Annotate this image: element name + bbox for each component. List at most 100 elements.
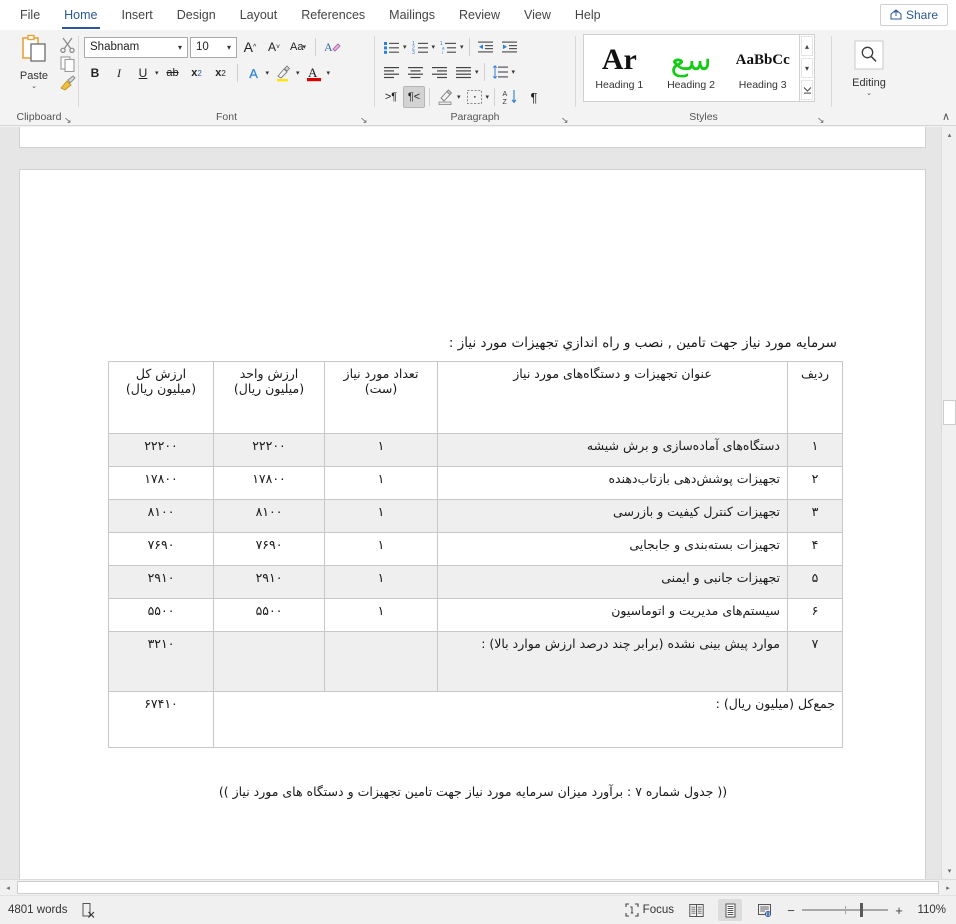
share-button[interactable]: Share xyxy=(879,4,948,26)
style-name: Heading 1 xyxy=(595,79,644,91)
tab-file[interactable]: File xyxy=(8,0,52,30)
italic-button[interactable]: I xyxy=(108,62,130,84)
change-case-button[interactable]: Aa ▾ xyxy=(287,36,310,58)
bullets-button[interactable] xyxy=(380,36,403,58)
horizontal-scrollbar[interactable]: ◂ ▸ xyxy=(0,879,956,895)
tab-insert[interactable]: Insert xyxy=(110,0,165,30)
copy-button[interactable] xyxy=(59,56,77,72)
clipboard-dialog-launcher-icon[interactable]: ↘ xyxy=(64,115,74,125)
tab-view[interactable]: View xyxy=(512,0,563,30)
zoom-slider[interactable]: − + xyxy=(786,903,904,918)
scroll-left-button[interactable]: ◂ xyxy=(0,880,16,895)
paragraph-dialog-launcher-icon[interactable]: ↘ xyxy=(561,115,571,125)
align-right-button[interactable] xyxy=(428,61,451,83)
vertical-scrollbar[interactable]: ▴ ▾ xyxy=(941,127,956,879)
text-highlight-button[interactable] xyxy=(272,62,295,84)
clear-formatting-button[interactable]: A xyxy=(321,36,344,58)
document-page-current[interactable]: سرمایه مورد نیاز جهت تامین , نصب و راه ا… xyxy=(20,170,925,879)
font-name-combo[interactable]: Shabnam ▾ xyxy=(84,36,188,58)
document-canvas[interactable]: سرمایه مورد نیاز جهت تامین , نصب و راه ا… xyxy=(0,127,941,879)
styles-more-button[interactable] xyxy=(801,80,813,100)
styles-scroll-down-button[interactable]: ▾ xyxy=(801,58,813,78)
shrink-font-button[interactable]: A ˅ xyxy=(263,36,285,58)
borders-button[interactable] xyxy=(463,86,486,108)
horizontal-scrollbar-thumb[interactable] xyxy=(17,881,939,894)
borders-chevron-icon[interactable]: ▾ xyxy=(486,93,491,101)
line-spacing-button[interactable] xyxy=(489,61,512,83)
style-heading-2[interactable]: سع Heading 2 xyxy=(656,35,728,101)
tab-help[interactable]: Help xyxy=(563,0,613,30)
line-spacing-chevron-icon[interactable]: ▾ xyxy=(512,68,517,76)
vertical-scrollbar-thumb[interactable] xyxy=(943,400,956,425)
zoom-out-button[interactable]: − xyxy=(786,903,796,918)
focus-icon xyxy=(625,903,639,917)
underline-button[interactable]: U xyxy=(132,62,154,84)
ribbon-tab-bar: File Home Insert Design Layout Reference… xyxy=(0,0,956,30)
editing-chevron-icon[interactable]: ⌄ xyxy=(866,90,872,97)
justify-chevron-icon[interactable]: ▾ xyxy=(475,68,480,76)
numbering-chevron-icon[interactable]: ▾ xyxy=(432,43,437,51)
multilevel-chevron-icon[interactable]: ▾ xyxy=(460,43,465,51)
font-color-button[interactable]: A xyxy=(303,62,326,84)
print-layout-button[interactable] xyxy=(718,899,742,921)
scroll-right-button[interactable]: ▸ xyxy=(940,880,956,895)
tab-design[interactable]: Design xyxy=(165,0,228,30)
tab-layout[interactable]: Layout xyxy=(228,0,290,30)
collapse-ribbon-button[interactable]: ∧ xyxy=(942,110,950,123)
bold-button[interactable]: B xyxy=(84,62,106,84)
zoom-slider-thumb[interactable] xyxy=(860,903,863,917)
editing-button[interactable]: Editing ⌄ xyxy=(837,34,901,97)
ltr-text-direction-button[interactable]: >¶ xyxy=(380,86,402,108)
multilevel-list-button[interactable]: 1 a i xyxy=(437,36,460,58)
paste-button[interactable]: Paste ⌄ xyxy=(11,34,57,91)
decrease-indent-button[interactable] xyxy=(474,36,497,58)
read-mode-button[interactable] xyxy=(684,899,708,921)
subscript-button[interactable]: x2 xyxy=(186,62,208,84)
rtl-text-direction-button[interactable]: ¶< xyxy=(403,86,425,108)
font-size-combo[interactable]: 10 ▾ xyxy=(190,36,237,58)
font-color-chevron-icon[interactable]: ▾ xyxy=(327,69,332,77)
strikethrough-button[interactable]: ab xyxy=(162,62,184,84)
scroll-up-button[interactable]: ▴ xyxy=(942,127,956,143)
cut-button[interactable] xyxy=(59,37,77,53)
zoom-track[interactable] xyxy=(802,903,888,917)
tab-home[interactable]: Home xyxy=(52,0,109,30)
style-name: Heading 3 xyxy=(738,79,787,91)
styles-gallery-scrollbar[interactable]: ▴ ▾ xyxy=(799,35,814,101)
styles-dialog-launcher-icon[interactable]: ↘ xyxy=(817,115,827,125)
superscript-button[interactable]: x2 xyxy=(210,62,232,84)
increase-indent-button[interactable] xyxy=(498,36,521,58)
tab-mailings[interactable]: Mailings xyxy=(377,0,447,30)
sort-button[interactable]: A Z xyxy=(499,86,522,108)
style-heading-3[interactable]: AaBbCc Heading 3 xyxy=(727,35,799,101)
styles-scroll-up-button[interactable]: ▴ xyxy=(801,36,813,56)
paste-dropdown-chevron-icon[interactable]: ⌄ xyxy=(31,83,37,90)
grow-font-button[interactable]: A ^ xyxy=(239,36,261,58)
numbering-button[interactable]: 1 2 3 xyxy=(409,36,432,58)
format-painter-button[interactable] xyxy=(59,75,77,91)
tab-review[interactable]: Review xyxy=(447,0,512,30)
tab-references[interactable]: References xyxy=(289,0,377,30)
header-radif: ردیف xyxy=(787,361,843,434)
text-effects-button[interactable]: A xyxy=(243,62,265,84)
zoom-in-button[interactable]: + xyxy=(894,903,904,918)
style-heading-1[interactable]: Ar Heading 1 xyxy=(584,35,656,101)
show-formatting-marks-button[interactable]: ¶ xyxy=(523,86,545,108)
shading-button[interactable] xyxy=(434,86,457,108)
justify-button[interactable] xyxy=(452,61,475,83)
shading-chevron-icon[interactable]: ▾ xyxy=(457,93,462,101)
scroll-down-button[interactable]: ▾ xyxy=(942,863,956,879)
zoom-level-button[interactable]: 110% xyxy=(914,904,946,916)
focus-button[interactable]: Focus xyxy=(625,903,674,917)
text-effects-chevron-icon[interactable]: ▾ xyxy=(266,69,271,77)
font-dialog-launcher-icon[interactable]: ↘ xyxy=(360,115,370,125)
proofing-status-button[interactable] xyxy=(81,902,96,918)
web-layout-button[interactable] xyxy=(752,899,776,921)
underline-dropdown-chevron-icon[interactable]: ▾ xyxy=(155,69,160,77)
align-center-button[interactable] xyxy=(404,61,427,83)
bullets-chevron-icon[interactable]: ▾ xyxy=(403,43,408,51)
word-count[interactable]: 4801 words xyxy=(8,904,67,916)
cell-unit-value xyxy=(213,631,325,692)
align-left-button[interactable] xyxy=(380,61,403,83)
highlight-chevron-icon[interactable]: ▾ xyxy=(296,69,301,77)
